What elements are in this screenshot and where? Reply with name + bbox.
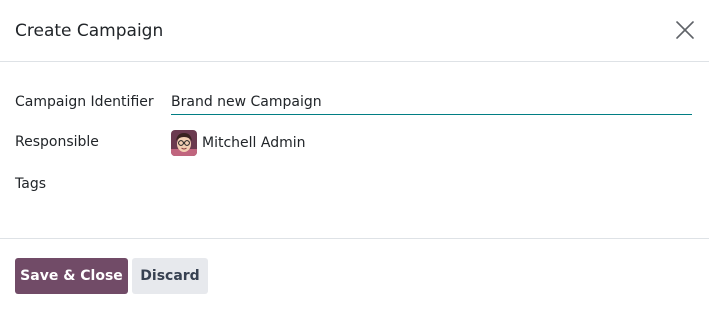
user-avatar <box>171 130 197 156</box>
campaign-identifier-field <box>171 91 692 115</box>
save-close-button[interactable]: Save & Close <box>15 258 128 294</box>
campaign-identifier-label: Campaign Identifier <box>15 94 154 110</box>
responsible-name: Mitchell Admin <box>202 135 306 151</box>
tags-input[interactable] <box>171 174 692 196</box>
dialog-title: Create Campaign <box>15 21 164 41</box>
discard-button[interactable]: Discard <box>132 258 208 294</box>
dialog-header: Create Campaign <box>0 0 709 62</box>
close-button[interactable] <box>672 17 698 43</box>
tags-label: Tags <box>15 176 46 192</box>
responsible-label: Responsible <box>15 134 99 150</box>
close-icon <box>676 21 694 39</box>
dialog-body: Campaign Identifier Responsible Mitchell… <box>0 62 709 238</box>
campaign-identifier-input[interactable] <box>171 91 692 113</box>
create-campaign-dialog: Create Campaign Campaign Identifier Resp… <box>0 0 709 309</box>
dialog-footer: Save & Close Discard <box>0 238 709 309</box>
responsible-field[interactable]: Mitchell Admin <box>171 129 306 157</box>
